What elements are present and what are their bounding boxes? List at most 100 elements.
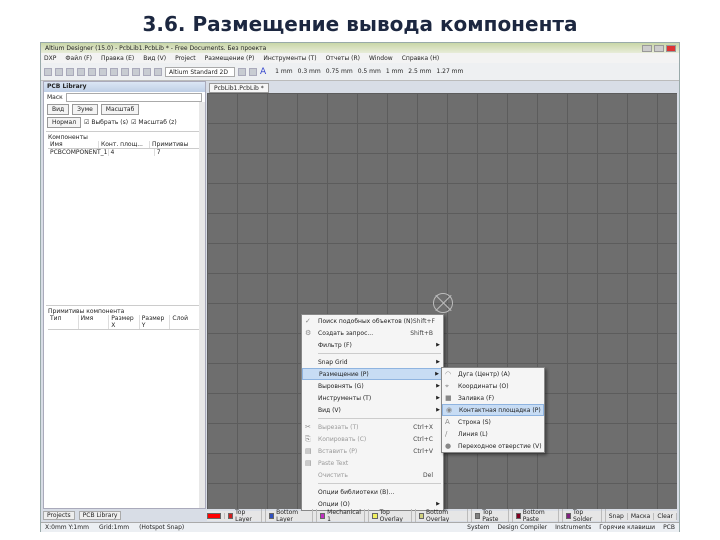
menu-item-0[interactable]: DXP bbox=[44, 55, 56, 62]
context_menu-item[interactable]: Опции библиотеки (B)... bbox=[302, 486, 443, 498]
via-icon[interactable] bbox=[249, 67, 257, 76]
col-type[interactable]: Тип bbox=[48, 315, 79, 329]
zoom-checkbox[interactable]: ☑ Масштаб (z) bbox=[131, 119, 177, 126]
select-checkbox[interactable]: ☑ Выбрать (s) bbox=[84, 119, 128, 126]
grid-unit-0[interactable]: 1 mm bbox=[275, 68, 292, 75]
submenu-item[interactable]: ■ Заливка (F) bbox=[442, 392, 544, 404]
layer-tab[interactable]: Top Paste bbox=[475, 509, 513, 523]
context_menu-item[interactable]: Выровнять (G) ▶ bbox=[302, 380, 443, 392]
menu-item-4[interactable]: Project bbox=[175, 55, 196, 62]
col-layer[interactable]: Слой bbox=[170, 315, 201, 329]
tab-projects[interactable]: Projects bbox=[43, 511, 75, 520]
context_menu-item[interactable]: ⚙ Создать запрос... Shift+B bbox=[302, 327, 443, 339]
layer-control[interactable]: Маска bbox=[631, 512, 655, 520]
new-icon[interactable] bbox=[44, 67, 52, 76]
context_menu-item-icon: ⎘ bbox=[305, 435, 311, 443]
apply-button[interactable]: Вид bbox=[47, 104, 70, 115]
grid-unit-1[interactable]: 0.3 mm bbox=[298, 68, 321, 75]
status-panel-button[interactable]: Design Compiler bbox=[498, 524, 548, 531]
magnify-button[interactable]: Масштаб bbox=[100, 104, 140, 115]
menu-item-8[interactable]: Window bbox=[369, 55, 393, 62]
context_menu-item[interactable]: Размещение (P) ▶ bbox=[302, 368, 443, 380]
menu-item-1[interactable]: Файл (F) bbox=[65, 55, 92, 62]
col-size-x[interactable]: Размер X bbox=[109, 315, 140, 329]
submenu-item[interactable]: / Линия (L) bbox=[442, 428, 544, 440]
tab-pcb-library[interactable]: PCB Library bbox=[78, 511, 122, 520]
pad-icon[interactable] bbox=[238, 67, 246, 76]
maximize-button[interactable] bbox=[654, 44, 664, 52]
cut-icon[interactable] bbox=[110, 67, 118, 76]
layer-color-swatch bbox=[268, 513, 275, 519]
layer-tab[interactable]: Bottom Paste bbox=[515, 509, 563, 523]
col-name[interactable]: Имя bbox=[48, 141, 99, 148]
pcb-library-panel: PCB Library Маск Вид Зуме Масштаб Нормал… bbox=[43, 81, 206, 509]
context_menu-item[interactable]: Фильтр (F) ▶ bbox=[302, 339, 443, 351]
context_menu-item[interactable]: ✓ Поиск подобных объектов (N) Shift+F bbox=[302, 315, 443, 327]
layer-control[interactable]: Snap bbox=[609, 512, 628, 520]
document-tab[interactable]: PcbLib1.PcbLib * bbox=[209, 83, 269, 93]
current-layer-swatch[interactable] bbox=[207, 513, 225, 519]
menu-item-3[interactable]: Вид (V) bbox=[143, 55, 166, 62]
string-icon[interactable]: A bbox=[260, 67, 266, 77]
zoom-icon[interactable] bbox=[88, 67, 96, 76]
col-size-y[interactable]: Размер Y bbox=[140, 315, 171, 329]
status-panel-button[interactable]: Instruments bbox=[555, 524, 591, 531]
layer-tab[interactable]: Bottom Overlay bbox=[418, 509, 473, 523]
status-panel-button[interactable]: System bbox=[467, 524, 489, 531]
print-icon[interactable] bbox=[77, 67, 85, 76]
submenu-item[interactable]: A Строка (S) bbox=[442, 416, 544, 428]
view-config-combo[interactable]: Altium Standard 2D bbox=[165, 66, 235, 77]
context_menu-item[interactable]: ▤ Paste Text bbox=[302, 457, 443, 469]
context_menu-item[interactable]: ⎘ Копировать (C) Ctrl+C bbox=[302, 433, 443, 445]
grid-unit-6[interactable]: 1.27 mm bbox=[436, 68, 463, 75]
grid-unit-5[interactable]: 2.5 mm bbox=[408, 68, 431, 75]
layer-tab[interactable]: Top Layer bbox=[228, 509, 266, 523]
layer-tab[interactable]: Bottom Layer bbox=[268, 509, 317, 523]
undo-icon[interactable] bbox=[143, 67, 151, 76]
col-pads[interactable]: Конт. площ... bbox=[99, 141, 150, 148]
panel-scrollbar[interactable] bbox=[199, 102, 205, 508]
menu-item-9[interactable]: Справка (H) bbox=[402, 55, 440, 62]
menu-item-5[interactable]: Размещение (P) bbox=[205, 55, 255, 62]
submenu-item[interactable]: ◠ Дуга (Центр) (A) bbox=[442, 368, 544, 380]
context_menu-item[interactable]: Инструменты (T) ▶ bbox=[302, 392, 443, 404]
pcb-canvas[interactable]: ✓ Поиск подобных объектов (N) Shift+F ⚙ Созд… bbox=[207, 93, 677, 511]
layer-tab[interactable]: Top Overlay bbox=[372, 509, 416, 523]
col-primitives[interactable]: Примитивы bbox=[150, 141, 201, 148]
layer-control[interactable]: Clear bbox=[657, 512, 678, 520]
submenu-item[interactable]: ● Переходное отверстие (V) bbox=[442, 440, 544, 452]
zoom-fit-icon[interactable] bbox=[99, 67, 107, 76]
paste-icon[interactable] bbox=[132, 67, 140, 76]
table-row[interactable]: PCBCOMPONENT_1 4 7 bbox=[48, 149, 201, 156]
status-panel-button[interactable]: PCB bbox=[663, 524, 675, 531]
minimize-button[interactable] bbox=[642, 44, 652, 52]
context_menu-item[interactable]: Очистить Del bbox=[302, 469, 443, 481]
menu-item-7[interactable]: Отчеты (R) bbox=[326, 55, 360, 62]
copy-icon[interactable] bbox=[121, 67, 129, 76]
open-icon[interactable] bbox=[55, 67, 63, 76]
context_menu-item[interactable]: Вид (V) ▶ bbox=[302, 404, 443, 416]
save-icon[interactable] bbox=[66, 67, 74, 76]
clear-button[interactable]: Зуме bbox=[72, 104, 98, 115]
grid-unit-4[interactable]: 1 mm bbox=[386, 68, 403, 75]
context_menu-item[interactable]: Snap Grid ▶ bbox=[302, 356, 443, 368]
mode-select[interactable]: Нормал bbox=[47, 117, 82, 128]
grid-unit-2[interactable]: 0.75 mm bbox=[326, 68, 353, 75]
submenu-item-label: Линия (L) bbox=[458, 430, 488, 438]
menu-item-6[interactable]: Инструменты (T) bbox=[263, 55, 316, 62]
status-coords: X:0mm Y:1mm bbox=[45, 524, 89, 531]
context_menu-item-label: Опции библиотеки (B)... bbox=[318, 488, 395, 496]
redo-icon[interactable] bbox=[154, 67, 162, 76]
submenu-item[interactable]: ⌖ Координаты (O) bbox=[442, 380, 544, 392]
context_menu-item[interactable]: ▤ Вставить (P) Ctrl+V bbox=[302, 445, 443, 457]
mask-input[interactable] bbox=[65, 93, 202, 102]
layer-tab[interactable]: Mechanical 1 bbox=[319, 509, 370, 523]
close-button[interactable] bbox=[666, 44, 676, 52]
col-name[interactable]: Имя bbox=[79, 315, 110, 329]
status-panel-button[interactable]: Горячие клавиши bbox=[599, 524, 655, 531]
layer-tab[interactable]: Top Solder bbox=[565, 509, 606, 523]
submenu-item[interactable]: ◉ Контактная площадка (P) bbox=[442, 404, 544, 416]
menu-item-2[interactable]: Правка (E) bbox=[101, 55, 134, 62]
grid-unit-3[interactable]: 0.5 mm bbox=[358, 68, 381, 75]
context_menu-item[interactable]: ✂ Вырезать (T) Ctrl+X bbox=[302, 421, 443, 433]
